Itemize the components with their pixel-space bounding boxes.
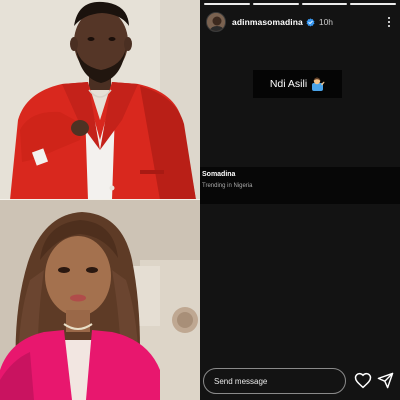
reply-bar bbox=[200, 365, 400, 400]
photo-collage bbox=[0, 0, 200, 400]
more-dot bbox=[388, 25, 390, 27]
avatar-image bbox=[207, 13, 225, 31]
woman-pink-blazer-photo bbox=[0, 200, 200, 400]
shared-post-card[interactable]: Somadina Trending in Nigeria bbox=[200, 167, 400, 204]
shared-post-subtitle: Trending in Nigeria bbox=[202, 183, 253, 189]
story-caption: Ndi Asili bbox=[253, 70, 342, 98]
more-options-icon[interactable] bbox=[384, 15, 394, 29]
send-message-input[interactable] bbox=[203, 368, 346, 394]
story-viewer: adinmasomadina 10h Ndi Asili Somadina Tr… bbox=[200, 0, 400, 400]
send-icon[interactable] bbox=[377, 372, 394, 389]
progress-segment bbox=[252, 3, 299, 5]
more-dot bbox=[388, 21, 390, 23]
story-header: adinmasomadina 10h bbox=[206, 11, 394, 33]
username-link[interactable]: adinmasomadina bbox=[232, 17, 303, 27]
story-progress-bar bbox=[204, 3, 396, 5]
story-timestamp: 10h bbox=[318, 17, 334, 27]
more-dot bbox=[388, 17, 390, 19]
progress-segment bbox=[301, 3, 348, 5]
man-red-suit-illustration bbox=[0, 0, 200, 200]
man-red-suit-photo bbox=[0, 0, 200, 200]
caption-text: Ndi Asili bbox=[269, 78, 308, 90]
woman-pink-blazer-illustration bbox=[0, 200, 200, 400]
heart-icon[interactable] bbox=[354, 372, 372, 390]
progress-segment bbox=[204, 3, 250, 5]
shared-post-title: Somadina bbox=[202, 171, 236, 178]
progress-segment-active bbox=[350, 3, 396, 5]
person-tipping-hand-emoji bbox=[312, 77, 325, 91]
avatar[interactable] bbox=[206, 12, 226, 32]
verified-badge-icon bbox=[306, 17, 315, 26]
